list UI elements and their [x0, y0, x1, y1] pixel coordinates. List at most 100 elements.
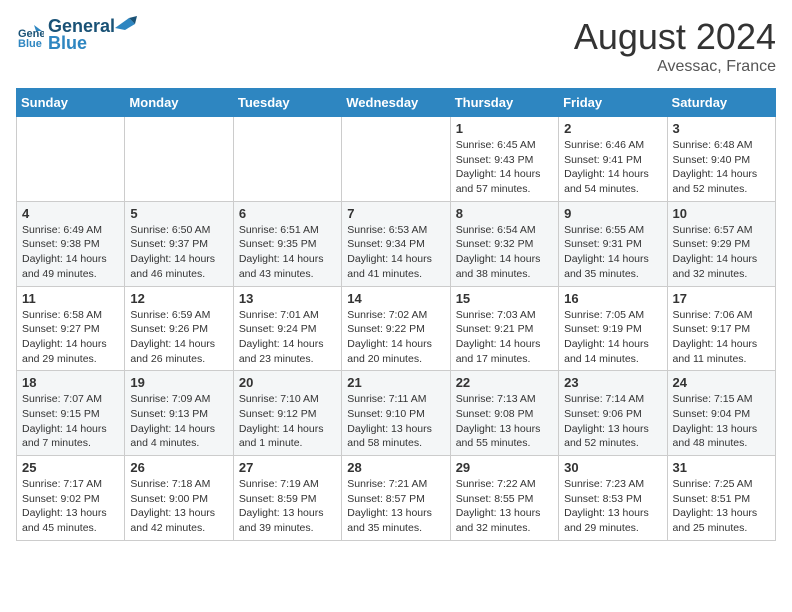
day-info: Sunrise: 7:25 AM Sunset: 8:51 PM Dayligh…	[673, 477, 770, 536]
day-number: 28	[347, 460, 444, 475]
day-info: Sunrise: 6:45 AM Sunset: 9:43 PM Dayligh…	[456, 138, 553, 197]
day-number: 16	[564, 291, 661, 306]
day-number: 21	[347, 375, 444, 390]
col-header-tuesday: Tuesday	[233, 89, 341, 117]
title-block: August 2024 Avessac, France	[574, 16, 776, 76]
day-info: Sunrise: 6:51 AM Sunset: 9:35 PM Dayligh…	[239, 223, 336, 282]
calendar-cell	[342, 117, 450, 202]
calendar-cell: 8Sunrise: 6:54 AM Sunset: 9:32 PM Daylig…	[450, 201, 558, 286]
day-number: 7	[347, 206, 444, 221]
day-number: 29	[456, 460, 553, 475]
calendar-cell	[233, 117, 341, 202]
day-info: Sunrise: 7:17 AM Sunset: 9:02 PM Dayligh…	[22, 477, 119, 536]
calendar-cell: 22 Sunrise: 7:13 AM Sunset: 9:08 PM Dayli…	[450, 371, 558, 456]
calendar-table: SundayMondayTuesdayWednesdayThursdayFrid…	[16, 88, 776, 541]
day-number: 2	[564, 121, 661, 136]
col-header-saturday: Saturday	[667, 89, 775, 117]
day-info: Sunrise: 6:55 AM Sunset: 9:31 PM Dayligh…	[564, 223, 661, 282]
day-number: 9	[564, 206, 661, 221]
day-number: 26	[130, 460, 227, 475]
calendar-cell: 11Sunrise: 6:58 AM Sunset: 9:27 PM Dayli…	[17, 286, 125, 371]
calendar-cell: 7 Sunrise: 6:53 AM Sunset: 9:34 PM Daylig…	[342, 201, 450, 286]
day-info: Sunrise: 7:03 AM Sunset: 9:21 PM Dayligh…	[456, 308, 553, 367]
svg-text:Blue: Blue	[18, 38, 42, 49]
calendar-cell: 3Sunrise: 6:48 AM Sunset: 9:40 PM Daylig…	[667, 117, 775, 202]
day-number: 4	[22, 206, 119, 221]
day-info: Sunrise: 6:50 AM Sunset: 9:37 PM Dayligh…	[130, 223, 227, 282]
calendar-cell: 16 Sunrise: 7:05 AM Sunset: 9:19 PM Dayli…	[559, 286, 667, 371]
col-header-friday: Friday	[559, 89, 667, 117]
day-info: Sunrise: 6:59 AM Sunset: 9:26 PM Dayligh…	[130, 308, 227, 367]
day-number: 27	[239, 460, 336, 475]
calendar-header-row: SundayMondayTuesdayWednesdayThursdayFrid…	[17, 89, 776, 117]
day-number: 17	[673, 291, 770, 306]
calendar-cell: 14 Sunrise: 7:02 AM Sunset: 9:22 PM Dayli…	[342, 286, 450, 371]
calendar-cell: 10Sunrise: 6:57 AM Sunset: 9:29 PM Dayli…	[667, 201, 775, 286]
day-number: 22	[456, 375, 553, 390]
logo-bird-icon	[115, 16, 137, 32]
calendar-cell	[17, 117, 125, 202]
day-info: Sunrise: 7:11 AM Sunset: 9:10 PM Dayligh…	[347, 392, 444, 451]
day-info: Sunrise: 7:06 AM Sunset: 9:17 PM Dayligh…	[673, 308, 770, 367]
day-info: Sunrise: 7:21 AM Sunset: 8:57 PM Dayligh…	[347, 477, 444, 536]
calendar-week-row: 4 Sunrise: 6:49 AM Sunset: 9:38 PM Daylig…	[17, 201, 776, 286]
day-number: 3	[673, 121, 770, 136]
calendar-cell: 31 Sunrise: 7:25 AM Sunset: 8:51 PM Dayli…	[667, 456, 775, 541]
day-number: 8	[456, 206, 553, 221]
calendar-week-row: 25 Sunrise: 7:17 AM Sunset: 9:02 PM Dayli…	[17, 456, 776, 541]
day-number: 30	[564, 460, 661, 475]
day-number: 23	[564, 375, 661, 390]
calendar-cell: 30Sunrise: 7:23 AM Sunset: 8:53 PM Dayli…	[559, 456, 667, 541]
location-subtitle: Avessac, France	[574, 58, 776, 76]
day-number: 6	[239, 206, 336, 221]
calendar-cell: 26 Sunrise: 7:18 AM Sunset: 9:00 PM Dayli…	[125, 456, 233, 541]
day-number: 24	[673, 375, 770, 390]
calendar-cell: 4 Sunrise: 6:49 AM Sunset: 9:38 PM Daylig…	[17, 201, 125, 286]
day-number: 20	[239, 375, 336, 390]
calendar-week-row: 1Sunrise: 6:45 AM Sunset: 9:43 PM Daylig…	[17, 117, 776, 202]
col-header-wednesday: Wednesday	[342, 89, 450, 117]
calendar-cell: 24 Sunrise: 7:15 AM Sunset: 9:04 PM Dayli…	[667, 371, 775, 456]
day-info: Sunrise: 7:02 AM Sunset: 9:22 PM Dayligh…	[347, 308, 444, 367]
calendar-cell: 20 Sunrise: 7:10 AM Sunset: 9:12 PM Dayli…	[233, 371, 341, 456]
day-info: Sunrise: 7:14 AM Sunset: 9:06 PM Dayligh…	[564, 392, 661, 451]
day-info: Sunrise: 6:46 AM Sunset: 9:41 PM Dayligh…	[564, 138, 661, 197]
day-number: 15	[456, 291, 553, 306]
day-number: 25	[22, 460, 119, 475]
day-info: Sunrise: 7:13 AM Sunset: 9:08 PM Dayligh…	[456, 392, 553, 451]
calendar-cell: 27Sunrise: 7:19 AM Sunset: 8:59 PM Dayli…	[233, 456, 341, 541]
day-info: Sunrise: 7:10 AM Sunset: 9:12 PM Dayligh…	[239, 392, 336, 451]
day-number: 19	[130, 375, 227, 390]
logo-icon: General Blue	[16, 21, 44, 49]
col-header-sunday: Sunday	[17, 89, 125, 117]
day-number: 18	[22, 375, 119, 390]
day-number: 31	[673, 460, 770, 475]
day-info: Sunrise: 7:18 AM Sunset: 9:00 PM Dayligh…	[130, 477, 227, 536]
calendar-cell: 19 Sunrise: 7:09 AM Sunset: 9:13 PM Dayli…	[125, 371, 233, 456]
day-info: Sunrise: 7:07 AM Sunset: 9:15 PM Dayligh…	[22, 392, 119, 451]
day-info: Sunrise: 7:15 AM Sunset: 9:04 PM Dayligh…	[673, 392, 770, 451]
calendar-cell: 12Sunrise: 6:59 AM Sunset: 9:26 PM Dayli…	[125, 286, 233, 371]
calendar-week-row: 11Sunrise: 6:58 AM Sunset: 9:27 PM Dayli…	[17, 286, 776, 371]
calendar-cell: 17 Sunrise: 7:06 AM Sunset: 9:17 PM Dayli…	[667, 286, 775, 371]
logo: General Blue General Blue	[16, 16, 137, 54]
day-info: Sunrise: 6:49 AM Sunset: 9:38 PM Dayligh…	[22, 223, 119, 282]
col-header-thursday: Thursday	[450, 89, 558, 117]
day-info: Sunrise: 7:09 AM Sunset: 9:13 PM Dayligh…	[130, 392, 227, 451]
calendar-week-row: 18 Sunrise: 7:07 AM Sunset: 9:15 PM Dayli…	[17, 371, 776, 456]
day-number: 5	[130, 206, 227, 221]
day-info: Sunrise: 7:01 AM Sunset: 9:24 PM Dayligh…	[239, 308, 336, 367]
day-info: Sunrise: 7:05 AM Sunset: 9:19 PM Dayligh…	[564, 308, 661, 367]
month-year-title: August 2024	[574, 16, 776, 58]
calendar-cell: 21 Sunrise: 7:11 AM Sunset: 9:10 PM Dayli…	[342, 371, 450, 456]
day-number: 10	[673, 206, 770, 221]
calendar-cell: 23 Sunrise: 7:14 AM Sunset: 9:06 PM Dayli…	[559, 371, 667, 456]
calendar-cell: 18 Sunrise: 7:07 AM Sunset: 9:15 PM Dayli…	[17, 371, 125, 456]
calendar-cell: 6 Sunrise: 6:51 AM Sunset: 9:35 PM Daylig…	[233, 201, 341, 286]
day-number: 13	[239, 291, 336, 306]
calendar-cell: 2 Sunrise: 6:46 AM Sunset: 9:41 PM Daylig…	[559, 117, 667, 202]
day-number: 11	[22, 291, 119, 306]
day-number: 14	[347, 291, 444, 306]
day-info: Sunrise: 6:53 AM Sunset: 9:34 PM Dayligh…	[347, 223, 444, 282]
page-header: General Blue General Blue August 2024 Av…	[16, 16, 776, 76]
